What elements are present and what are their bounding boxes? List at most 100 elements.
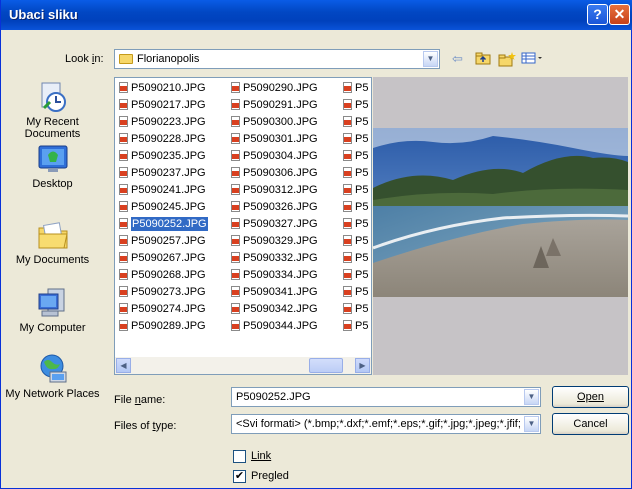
file-list-item[interactable]: P5090274.JPG <box>117 301 208 318</box>
file-name-text: P5090332.JPG <box>243 252 318 264</box>
file-list-item[interactable]: P5090306.JPG <box>229 165 318 182</box>
jpg-file-icon <box>343 167 352 178</box>
file-list-item[interactable]: P5 <box>341 318 368 335</box>
place-my-network-places[interactable]: My Network Places <box>5 352 100 400</box>
file-name-input[interactable]: P5090252.JPG <box>236 391 311 403</box>
jpg-file-icon <box>343 303 352 314</box>
help-button[interactable]: ? <box>587 4 608 25</box>
file-list-item[interactable]: P5 <box>341 182 368 199</box>
file-list-item[interactable]: P5090223.JPG <box>117 114 208 131</box>
file-list-item[interactable]: P5 <box>341 233 368 250</box>
file-name-text: P5090342.JPG <box>243 303 318 315</box>
file-list-item[interactable]: P5 <box>341 131 368 148</box>
file-list-item[interactable]: P5 <box>341 97 368 114</box>
file-list-item[interactable]: P5090235.JPG <box>117 148 208 165</box>
file-list-item[interactable]: P5090210.JPG <box>117 80 208 97</box>
file-list-item[interactable]: P5090312.JPG <box>229 182 318 199</box>
file-name-text: P5 <box>355 133 369 145</box>
file-list-item[interactable]: P5090217.JPG <box>117 97 208 114</box>
file-list-item[interactable]: P5090241.JPG <box>117 182 208 199</box>
pregled-checkbox[interactable]: ✔ <box>233 470 246 483</box>
jpg-file-icon <box>231 184 240 195</box>
file-list-item[interactable]: P5090332.JPG <box>229 250 318 267</box>
file-list-item[interactable]: P5090342.JPG <box>229 301 318 318</box>
jpg-file-icon <box>119 235 128 246</box>
file-list-item[interactable]: P5 <box>341 301 368 318</box>
file-list-item[interactable]: P5090289.JPG <box>117 318 208 335</box>
back-icon[interactable]: ⇦ <box>452 51 463 67</box>
file-list-item[interactable]: P5090341.JPG <box>229 284 318 301</box>
file-list-item[interactable]: P5090290.JPG <box>229 80 318 97</box>
file-name-combo[interactable]: P5090252.JPG ▼ <box>231 387 541 407</box>
scroll-right-icon[interactable]: ▶ <box>355 358 370 373</box>
close-button[interactable]: ✕ <box>609 4 630 25</box>
file-name-text: P5090252.JPG <box>131 217 208 231</box>
jpg-file-icon <box>119 167 128 178</box>
place-my-computer[interactable]: My Computer <box>5 286 100 334</box>
file-list-item[interactable]: P5 <box>341 148 368 165</box>
file-list-item[interactable]: P5090291.JPG <box>229 97 318 114</box>
file-list-item[interactable]: P5090326.JPG <box>229 199 318 216</box>
files-of-type-value: <Svi formati> (*.bmp;*.dxf;*.emf;*.eps;*… <box>236 418 520 430</box>
file-list-item[interactable]: P5090245.JPG <box>117 199 208 216</box>
place-label: My Documents <box>15 254 90 266</box>
jpg-file-icon <box>231 320 240 331</box>
scroll-thumb[interactable] <box>309 358 343 373</box>
jpg-file-icon <box>119 133 128 144</box>
file-list-item[interactable]: P5 <box>341 114 368 131</box>
file-list-item[interactable]: P5 <box>341 250 368 267</box>
file-list-item[interactable]: P5090304.JPG <box>229 148 318 165</box>
file-name-text: P5090290.JPG <box>243 82 318 94</box>
file-list-item[interactable]: P5 <box>341 165 368 182</box>
new-folder-icon[interactable] <box>498 51 516 70</box>
file-list-item[interactable]: P5 <box>341 80 368 97</box>
file-list-item[interactable]: P5090273.JPG <box>117 284 208 301</box>
scroll-left-icon[interactable]: ◀ <box>116 358 131 373</box>
jpg-file-icon <box>343 82 352 93</box>
file-list-item[interactable]: P5090334.JPG <box>229 267 318 284</box>
jpg-file-icon <box>119 303 128 314</box>
file-name-text: P5090291.JPG <box>243 99 318 111</box>
file-list-item[interactable]: P5090327.JPG <box>229 216 318 233</box>
file-name-text: P5090210.JPG <box>131 82 206 94</box>
open-button[interactable]: Open <box>552 386 629 408</box>
place-desktop[interactable]: Desktop <box>5 142 100 190</box>
file-list-item[interactable]: P5090252.JPG <box>117 216 208 233</box>
file-list-item[interactable]: P5090268.JPG <box>117 267 208 284</box>
chevron-down-icon[interactable]: ▼ <box>524 416 539 432</box>
file-list-item[interactable]: P5090237.JPG <box>117 165 208 182</box>
file-list-item[interactable]: P5 <box>341 284 368 301</box>
file-list-item[interactable]: P5090267.JPG <box>117 250 208 267</box>
file-list[interactable]: P5090210.JPG P5090217.JPG P5090223.JPG P509… <box>114 77 372 375</box>
files-of-type-combo[interactable]: <Svi formati> (*.bmp;*.dxf;*.emf;*.eps;*… <box>231 414 541 434</box>
file-list-item[interactable]: P5090344.JPG <box>229 318 318 335</box>
place-my-recent-documents[interactable]: My Recent Documents <box>5 80 100 140</box>
link-checkbox[interactable] <box>233 450 246 463</box>
look-in-label: Look in: <box>65 53 104 65</box>
up-folder-icon[interactable] <box>475 51 491 68</box>
file-list-item[interactable]: P5090329.JPG <box>229 233 318 250</box>
chevron-down-icon[interactable]: ▼ <box>423 51 438 67</box>
jpg-file-icon <box>343 150 352 161</box>
file-list-item[interactable]: P5090228.JPG <box>117 131 208 148</box>
title-bar[interactable]: Ubaci sliku ? ✕ <box>1 0 632 30</box>
look-in-combo[interactable]: Florianopolis ▼ <box>114 49 440 69</box>
chevron-down-icon[interactable]: ▼ <box>524 389 539 405</box>
file-column-2: P5090290.JPG P5090291.JPG P5090300.JPG P509… <box>229 80 318 335</box>
place-my-documents[interactable]: My Documents <box>5 218 100 266</box>
jpg-file-icon <box>343 269 352 280</box>
file-list-item[interactable]: P5 <box>341 199 368 216</box>
file-list-item[interactable]: P5 <box>341 216 368 233</box>
file-name-text: P5090341.JPG <box>243 286 318 298</box>
file-name-text: P5 <box>355 116 369 128</box>
horizontal-scrollbar[interactable]: ◀ ▶ <box>115 357 371 374</box>
jpg-file-icon <box>119 286 128 297</box>
cancel-button[interactable]: Cancel <box>552 413 629 435</box>
file-list-item[interactable]: P5090257.JPG <box>117 233 208 250</box>
file-list-item[interactable]: P5090301.JPG <box>229 131 318 148</box>
jpg-file-icon <box>231 82 240 93</box>
file-list-item[interactable]: P5090300.JPG <box>229 114 318 131</box>
views-menu-icon[interactable] <box>521 51 543 68</box>
jpg-file-icon <box>119 150 128 161</box>
file-list-item[interactable]: P5 <box>341 267 368 284</box>
